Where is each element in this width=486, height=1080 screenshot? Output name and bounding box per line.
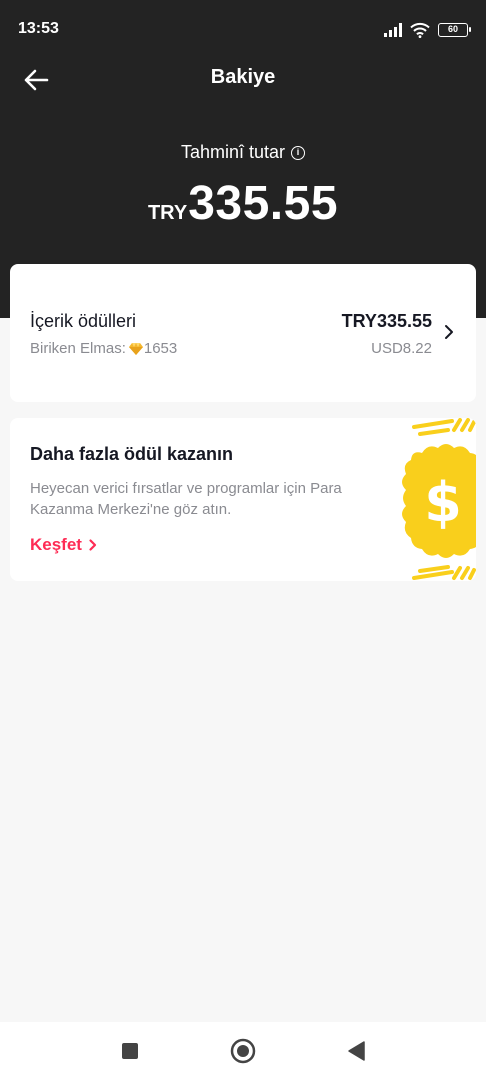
status-time: 13:53 — [18, 20, 59, 37]
info-icon[interactable]: i — [291, 145, 306, 160]
promo-title: Daha fazla ödül kazanın — [30, 444, 234, 464]
explore-link-label: Keşfet — [30, 535, 82, 554]
page-title: Bakiye — [210, 66, 276, 88]
system-back-button[interactable] — [343, 1038, 369, 1064]
promo-description: Heyecan verici fırsatlar ve programlar i… — [30, 480, 342, 518]
balance-display: TRY 335.55 — [0, 176, 486, 231]
rewards-amount-usd: USD8.22 — [371, 340, 432, 357]
estimated-amount-label: Tahminî tutar — [180, 142, 286, 162]
home-circle-icon — [230, 1038, 256, 1064]
recents-button[interactable] — [117, 1038, 143, 1064]
back-triangle-icon — [348, 1041, 365, 1061]
status-icons: 60 — [384, 20, 471, 40]
content-rewards-card[interactable]: İçerik ödülleri Biriken Elmas: 1653 TRY3… — [10, 264, 476, 402]
diamond-icon — [128, 342, 143, 355]
svg-text:$: $ — [424, 471, 462, 534]
dollar-coin-icon: $ — [402, 418, 476, 580]
stop-square-icon — [122, 1043, 138, 1059]
earn-more-card: Daha fazla ödül kazanın Heyecan verici f… — [10, 418, 476, 581]
chevron-right-icon — [89, 539, 97, 551]
balance-currency: TRY — [147, 202, 188, 224]
diamonds-label: Biriken Elmas: — [30, 340, 126, 357]
rewards-amount-try: TRY335.55 — [341, 311, 432, 331]
chevron-right-icon — [445, 325, 453, 339]
home-button[interactable] — [230, 1038, 256, 1064]
rewards-title: İçerik ödülleri — [30, 311, 137, 331]
wifi-icon — [410, 22, 430, 38]
diamonds-row: Biriken Elmas: 1653 — [30, 340, 177, 357]
battery-icon: 60 — [438, 23, 471, 37]
explore-link[interactable]: Keşfet — [30, 535, 98, 555]
system-navigation-bar — [0, 1022, 486, 1080]
estimated-amount-row: Tahminî tutar i — [0, 142, 486, 163]
diamonds-count: 1653 — [143, 340, 178, 357]
signal-icon — [384, 23, 402, 37]
status-bar: 13:53 60 — [0, 0, 486, 60]
balance-amount: 335.55 — [188, 177, 339, 230]
